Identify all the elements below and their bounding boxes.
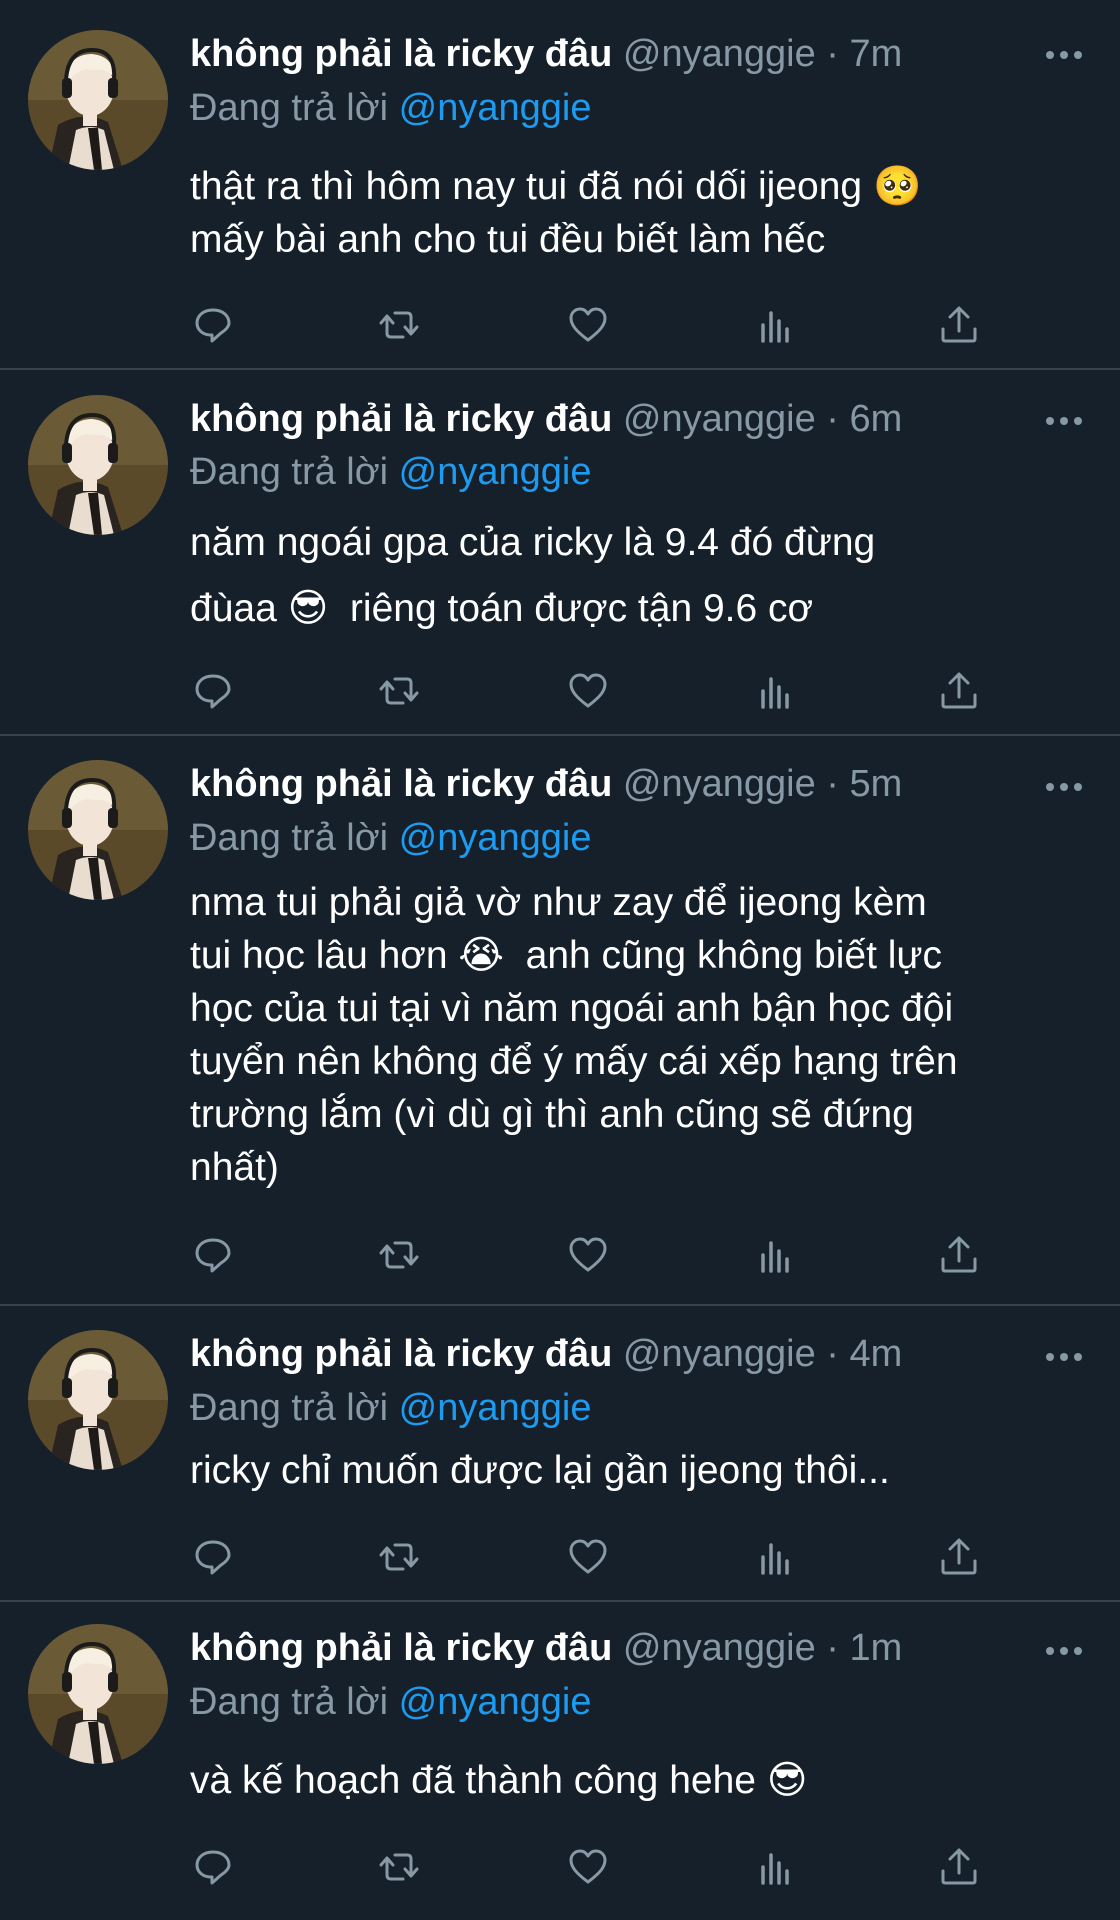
handle[interactable]: @nyanggie xyxy=(623,763,816,805)
avatar[interactable] xyxy=(28,1624,168,1764)
avatar[interactable] xyxy=(28,760,168,900)
reply-icon[interactable] xyxy=(188,666,238,716)
tweet[interactable]: không phải là ricky đâu @nyanggie · 6m Đ… xyxy=(0,370,1120,736)
action-bar xyxy=(190,666,1000,716)
tweet-header: không phải là ricky đâu @nyanggie · 7m xyxy=(190,24,1100,84)
handle[interactable]: @nyanggie xyxy=(623,1627,816,1669)
like-icon[interactable] xyxy=(563,666,613,716)
reply-mention[interactable]: @nyanggie xyxy=(399,817,592,859)
tweet-header: không phải là ricky đâu @nyanggie · 6m xyxy=(190,389,1100,449)
tweet-text: ricky chỉ muốn được lại gần ijeong thôi.… xyxy=(190,1449,890,1492)
like-icon[interactable] xyxy=(563,1230,613,1280)
replying-to: Đang trả lời @nyanggie xyxy=(190,446,592,498)
share-icon[interactable] xyxy=(934,300,984,350)
reply-icon[interactable] xyxy=(188,1842,238,1892)
reply-icon[interactable] xyxy=(188,1532,238,1582)
separator: · xyxy=(826,33,839,75)
reply-icon[interactable] xyxy=(188,300,238,350)
tweet-text: năm ngoái gpa của ricky là 9.4 đó đừng đ… xyxy=(190,521,876,630)
reply-mention[interactable]: @nyanggie xyxy=(399,1681,592,1723)
replying-to: Đang trả lời @nyanggie xyxy=(190,812,592,864)
tweet[interactable]: không phải là ricky đâu @nyanggie · 1m Đ… xyxy=(0,1602,1120,1920)
reply-icon[interactable] xyxy=(188,1230,238,1280)
replying-to: Đang trả lời @nyanggie xyxy=(190,1382,592,1434)
timestamp[interactable]: 1m xyxy=(850,1627,903,1669)
avatar[interactable] xyxy=(28,395,168,535)
retweet-icon[interactable] xyxy=(374,300,424,350)
reply-mention[interactable]: @nyanggie xyxy=(399,451,592,493)
avatar[interactable] xyxy=(28,1330,168,1470)
handle[interactable]: @nyanggie xyxy=(623,398,816,440)
like-icon[interactable] xyxy=(563,1842,613,1892)
display-name[interactable]: không phải là ricky đâu xyxy=(190,1333,612,1375)
reply-prefix: Đang trả lời xyxy=(190,451,389,493)
separator: · xyxy=(826,398,839,440)
more-options-icon[interactable] xyxy=(1044,1350,1084,1362)
share-icon[interactable] xyxy=(934,666,984,716)
analytics-icon[interactable] xyxy=(750,666,800,716)
action-bar xyxy=(190,1532,1000,1582)
handle[interactable]: @nyanggie xyxy=(623,1333,816,1375)
tweet[interactable]: không phải là ricky đâu @nyanggie · 4m Đ… xyxy=(0,1306,1120,1602)
like-icon[interactable] xyxy=(563,300,613,350)
replying-to: Đang trả lời @nyanggie xyxy=(190,82,592,134)
analytics-icon[interactable] xyxy=(750,1230,800,1280)
more-options-icon[interactable] xyxy=(1044,780,1084,792)
display-name[interactable]: không phải là ricky đâu xyxy=(190,33,612,75)
reply-prefix: Đang trả lời xyxy=(190,87,389,129)
action-bar xyxy=(190,300,1000,350)
tweet[interactable]: không phải là ricky đâu @nyanggie · 5m Đ… xyxy=(0,736,1120,1306)
retweet-icon[interactable] xyxy=(374,1532,424,1582)
reply-prefix: Đang trả lời xyxy=(190,1387,389,1429)
reply-mention[interactable]: @nyanggie xyxy=(399,87,592,129)
action-bar xyxy=(190,1230,1000,1280)
reply-prefix: Đang trả lời xyxy=(190,1681,389,1723)
separator: · xyxy=(826,1627,839,1669)
replying-to: Đang trả lời @nyanggie xyxy=(190,1676,592,1728)
retweet-icon[interactable] xyxy=(374,1842,424,1892)
tweet-header: không phải là ricky đâu @nyanggie · 5m xyxy=(190,754,1100,814)
tweet-text: thật ra thì hôm nay tui đã nói dối ijeon… xyxy=(190,165,922,261)
tweet[interactable]: không phải là ricky đâu @nyanggie · 7m Đ… xyxy=(0,0,1120,370)
handle[interactable]: @nyanggie xyxy=(623,33,816,75)
like-icon[interactable] xyxy=(563,1532,613,1582)
reply-prefix: Đang trả lời xyxy=(190,817,389,859)
action-bar xyxy=(190,1842,1000,1892)
tweet-header: không phải là ricky đâu @nyanggie · 1m xyxy=(190,1618,1100,1678)
more-options-icon[interactable] xyxy=(1044,1644,1084,1656)
avatar[interactable] xyxy=(28,30,168,170)
more-options-icon[interactable] xyxy=(1044,414,1084,426)
analytics-icon[interactable] xyxy=(750,1532,800,1582)
display-name[interactable]: không phải là ricky đâu xyxy=(190,763,612,805)
more-options-icon[interactable] xyxy=(1044,48,1084,60)
timestamp[interactable]: 7m xyxy=(850,33,903,75)
analytics-icon[interactable] xyxy=(750,300,800,350)
share-icon[interactable] xyxy=(934,1230,984,1280)
separator: · xyxy=(826,1333,839,1375)
share-icon[interactable] xyxy=(934,1532,984,1582)
tweet-text: nma tui phải giả vờ như zay để ijeong kè… xyxy=(190,881,958,1189)
timestamp[interactable]: 6m xyxy=(850,398,903,440)
analytics-icon[interactable] xyxy=(750,1842,800,1892)
timestamp[interactable]: 4m xyxy=(850,1333,903,1375)
tweet-text: và kế hoạch đã thành công hehe 😎 xyxy=(190,1759,808,1802)
share-icon[interactable] xyxy=(934,1842,984,1892)
display-name[interactable]: không phải là ricky đâu xyxy=(190,1627,612,1669)
retweet-icon[interactable] xyxy=(374,1230,424,1280)
display-name[interactable]: không phải là ricky đâu xyxy=(190,398,612,440)
separator: · xyxy=(826,763,839,805)
tweet-header: không phải là ricky đâu @nyanggie · 4m xyxy=(190,1324,1100,1384)
reply-mention[interactable]: @nyanggie xyxy=(399,1387,592,1429)
timestamp[interactable]: 5m xyxy=(850,763,903,805)
retweet-icon[interactable] xyxy=(374,666,424,716)
